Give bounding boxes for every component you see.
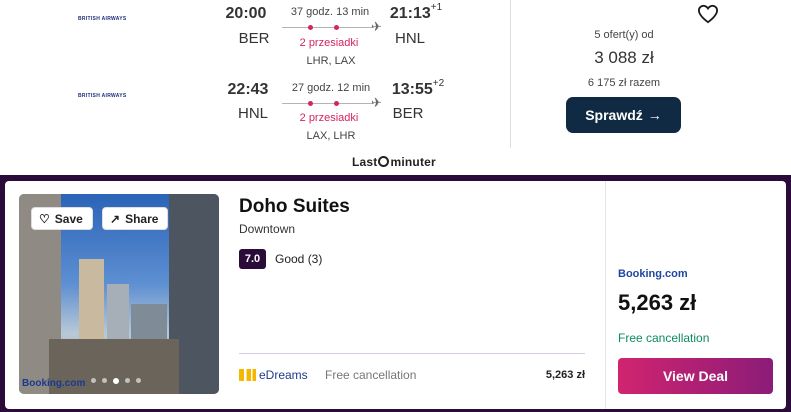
main-price: 5,263 zł [618, 290, 697, 315]
flight-price: 3 088 zł [594, 48, 654, 67]
pagination-dot[interactable] [136, 378, 141, 383]
divider [239, 353, 585, 354]
arrival-time: 21:13+1 [389, 2, 443, 22]
heart-icon[interactable] [697, 4, 719, 24]
edreams-icon [239, 369, 256, 381]
pagination-dot-active[interactable] [113, 378, 119, 384]
departure-time: 20:00 [225, 5, 267, 22]
share-icon: ↗ [110, 211, 121, 226]
hotel-name[interactable]: Doho Suites [239, 196, 350, 218]
main-provider-logo: Booking.com [618, 268, 688, 280]
share-button[interactable]: ↗ Share [102, 207, 168, 230]
hotel-area: Downtown [239, 222, 296, 236]
rating-label: Good (3) [275, 252, 323, 266]
departure-time: 22:43 [227, 81, 269, 98]
day-offset: +2 [432, 78, 445, 89]
stop-dot [308, 25, 313, 30]
stop-dot [334, 25, 339, 30]
pagination-dot[interactable] [91, 378, 96, 383]
flight-total: 6 175 zł razem [587, 77, 661, 89]
stop-dot [308, 101, 313, 106]
heart-icon: ♡ [39, 211, 50, 226]
rating-score: 7.0 [239, 249, 266, 269]
save-button[interactable]: ♡ Save [31, 207, 93, 230]
arrival-code: HNL [394, 30, 425, 47]
provider-logo-part: Last [352, 155, 378, 169]
photo-pagination[interactable] [91, 378, 141, 384]
main-free-cancellation: Free cancellation [618, 331, 710, 345]
stopover-airports: LAX, LHR [306, 130, 356, 142]
stop-dot [334, 101, 339, 106]
arrival-time: 13:55+2 [391, 78, 445, 98]
alt-provider-logo[interactable]: eDreams [239, 368, 308, 382]
route-line [282, 25, 374, 30]
provider-logo-part: minuter [390, 155, 436, 169]
flight-result-card: BRITISH AIRWAYS 20:00 BER 37 godz. 13 mi… [0, 0, 791, 175]
stopover-airports: LHR, LAX [306, 55, 356, 67]
arrival-code: BER [392, 105, 424, 122]
check-button[interactable]: Sprawdź → [566, 97, 681, 133]
airline-name: BRITISH AIRWAYS [78, 16, 127, 22]
provider-logo: Last minuter [352, 155, 436, 169]
stops-count: 2 przesiadki [299, 37, 359, 49]
route-line [282, 101, 374, 106]
alt-price[interactable]: 5,263 zł [526, 369, 585, 381]
airline-logo: BRITISH AIRWAYS [78, 13, 138, 27]
airline-logo: BRITISH AIRWAYS [78, 90, 138, 104]
divider [605, 181, 606, 409]
airline-name: BRITISH AIRWAYS [78, 93, 127, 99]
day-offset: +1 [430, 2, 443, 13]
photo-provider-logo: Booking.com [22, 378, 86, 389]
pagination-dot[interactable] [125, 378, 130, 383]
divider [510, 0, 511, 148]
flight-duration: 27 godz. 12 min [291, 82, 371, 94]
save-button-label: Save [54, 211, 83, 226]
share-button-label: Share [125, 211, 159, 226]
clock-icon [378, 156, 390, 167]
flight-duration: 37 godz. 13 min [290, 6, 370, 18]
check-button-label: Sprawdź [585, 107, 643, 123]
alt-provider-name: eDreams [259, 368, 308, 382]
offers-count: 5 ofert(y) od [594, 29, 654, 41]
view-deal-button[interactable]: View Deal [618, 358, 773, 394]
pagination-dot[interactable] [102, 378, 107, 383]
alt-free-cancellation: Free cancellation [325, 368, 417, 382]
arrow-right-icon: → [647, 107, 662, 123]
stops-count: 2 przesiadki [299, 112, 359, 124]
